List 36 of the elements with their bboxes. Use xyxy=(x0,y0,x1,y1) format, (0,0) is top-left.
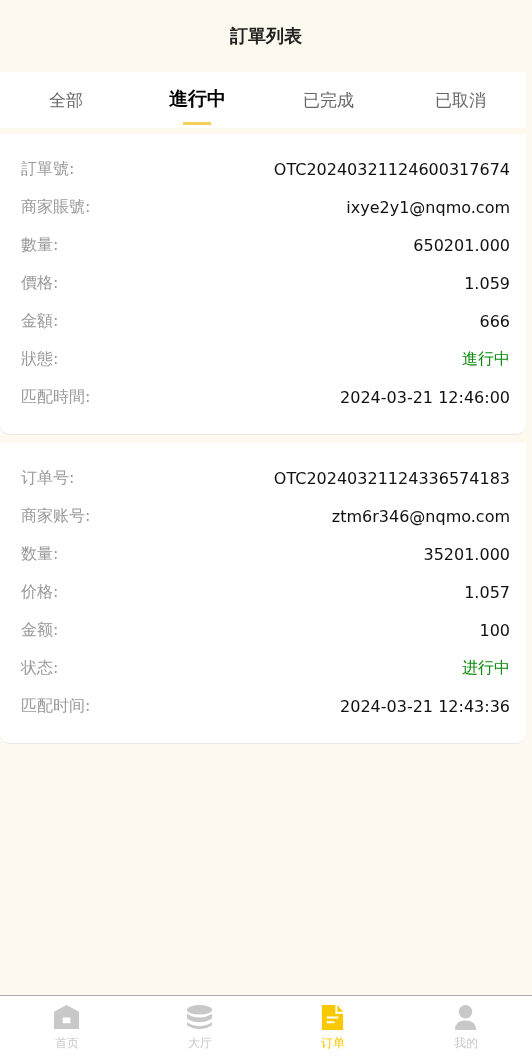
field-value: ixye2y1@nqmo.com xyxy=(346,197,510,217)
field-value: 1.057 xyxy=(464,582,510,602)
tab[interactable]: 已取消 xyxy=(394,72,526,128)
page-title: 訂單列表 xyxy=(230,24,302,48)
status-value: 进行中 xyxy=(462,657,510,679)
field-label: 订单号: xyxy=(21,467,75,489)
field-label: 价格: xyxy=(21,581,59,603)
field-label: 金額: xyxy=(21,310,59,332)
field-label: 價格: xyxy=(21,272,59,294)
field-value: ztm6r346@nqmo.com xyxy=(331,506,510,526)
field-label: 商家賬號: xyxy=(21,196,91,218)
field-value: OTC20240321124336574183 xyxy=(273,468,510,488)
field-label: 状态: xyxy=(21,657,59,679)
field-label: 數量: xyxy=(21,234,59,256)
field-value: 666 xyxy=(479,311,510,331)
field-value: 2024-03-21 12:43:36 xyxy=(340,696,510,716)
field-label: 狀態: xyxy=(21,348,59,370)
field-label: 金额: xyxy=(21,619,59,641)
field-label: 訂單號: xyxy=(21,158,75,180)
tab[interactable]: 已完成 xyxy=(263,72,395,128)
field-label: 匹配時間: xyxy=(21,386,91,408)
field-label: 匹配时间: xyxy=(21,695,91,717)
person-icon xyxy=(452,1003,479,1031)
field-label: 商家账号: xyxy=(21,505,91,527)
field-value: 35201.000 xyxy=(423,544,510,564)
home-icon xyxy=(53,1003,80,1031)
tab[interactable]: 全部 xyxy=(0,72,132,128)
field-value: 2024-03-21 12:46:00 xyxy=(340,387,510,407)
field-value: 100 xyxy=(479,620,510,640)
field-value: 1.059 xyxy=(464,273,510,293)
field-value: OTC20240321124600317674 xyxy=(273,159,510,179)
coin-stack-icon xyxy=(186,1003,213,1031)
field-value: 650201.000 xyxy=(413,235,510,255)
status-value: 進行中 xyxy=(462,348,510,370)
field-label: 数量: xyxy=(21,543,59,565)
document-icon xyxy=(319,1003,346,1031)
